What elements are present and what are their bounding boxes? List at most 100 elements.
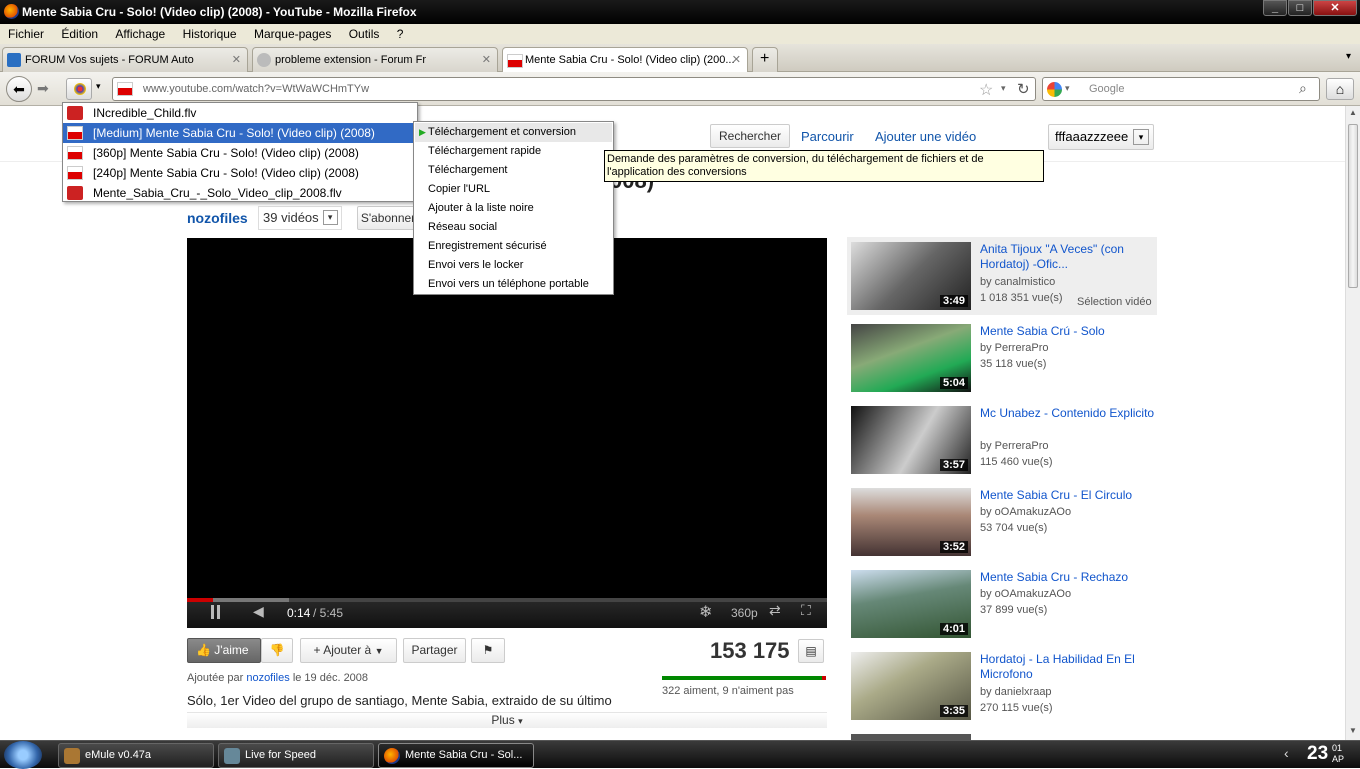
menu-item-locker[interactable]: Envoi vers le locker [415, 256, 612, 275]
show-more-button[interactable]: Plus ▾ [187, 712, 827, 728]
menu-affichage[interactable]: Affichage [107, 24, 171, 44]
download-item[interactable]: [360p] Mente Sabia Cru - Solo! (Video cl… [63, 143, 417, 163]
reload-icon[interactable]: ↻ [1017, 80, 1030, 98]
taskbar-firefox[interactable]: Mente Sabia Cru - Sol... [378, 743, 534, 768]
url-bar[interactable]: www.youtube.com/watch?v=WtWaWCHmTYw ☆ ▾ … [112, 77, 1036, 101]
video-title-link[interactable]: Mente Sabia Crú - Solo [980, 324, 1155, 339]
url-history-dropdown-icon[interactable]: ▾ [1001, 83, 1006, 94]
share-button[interactable]: Partager [403, 638, 466, 663]
added-by-user-link[interactable]: nozofiles [246, 672, 289, 684]
new-tab-button[interactable]: + [752, 47, 778, 72]
video-title-link[interactable]: Mente Sabia Cru - El Circulo [980, 488, 1155, 503]
fullscreen-icon[interactable]: ⛶ [801, 602, 811, 619]
download-helper-button[interactable] [66, 78, 92, 100]
download-helper-dropdown-icon[interactable]: ▾ [96, 81, 101, 92]
start-button[interactable] [4, 741, 42, 769]
taskbar-live-for-speed[interactable]: Live for Speed [218, 743, 374, 768]
channel-link[interactable]: nozofiles [187, 210, 248, 226]
pause-icon[interactable] [211, 605, 214, 619]
progress-bar[interactable] [187, 598, 827, 602]
menu-item-mobile[interactable]: Envoi vers un téléphone portable [415, 275, 612, 294]
video-author: by danielxraap [980, 686, 1052, 698]
popout-icon[interactable]: ⇄ [769, 602, 781, 619]
stats-button[interactable]: ▤ [798, 639, 824, 663]
scroll-up-icon[interactable]: ▲ [1349, 108, 1357, 117]
menu-outils[interactable]: Outils [341, 24, 386, 44]
page-scrollbar[interactable]: ▲ ▼ [1345, 106, 1360, 740]
video-thumbnail[interactable]: 3:49 [851, 242, 971, 310]
menu-fichier[interactable]: Fichier [0, 24, 50, 44]
taskbar-emule[interactable]: eMule v0.47a [58, 743, 214, 768]
browse-link[interactable]: Parcourir [801, 122, 854, 152]
video-player[interactable] [187, 238, 827, 628]
tab-forum-auto[interactable]: FORUM Vos sujets - FORUM Auto ✕ [2, 47, 248, 72]
close-tab-icon[interactable]: ✕ [732, 48, 741, 72]
download-item[interactable]: [240p] Mente Sabia Cru - Solo! (Video cl… [63, 163, 417, 183]
subscribe-button[interactable]: S'abonner [357, 206, 419, 230]
tray-chevron-left-icon[interactable]: ‹ [1284, 745, 1289, 761]
related-video[interactable]: 4:01 Mente Sabia Cru - Rechazo by oOAmak… [851, 570, 1161, 646]
add-to-button[interactable]: + Ajouter à ▼ [300, 638, 397, 663]
video-title-link[interactable]: Mc Unabez - Contenido Explicito [980, 406, 1155, 421]
close-window-button[interactable]: ✕ [1313, 0, 1357, 16]
upload-link[interactable]: Ajouter une vidéo [875, 122, 976, 152]
related-video[interactable]: 3:52 Mente Sabia Cru - El Circulo by oOA… [851, 488, 1161, 564]
clock-minute: 01 [1332, 743, 1343, 753]
snowflake-icon[interactable]: ❄ [699, 602, 712, 622]
youtube-search-button[interactable]: Rechercher [710, 124, 790, 148]
menu-item-blacklist[interactable]: Ajouter à la liste noire [415, 199, 612, 218]
dislike-button[interactable]: 👎 [261, 638, 293, 663]
menu-item-quick-download[interactable]: Téléchargement rapide [415, 142, 612, 161]
video-thumbnail[interactable]: 3:35 [851, 652, 971, 720]
tab-probleme-extension[interactable]: probleme extension - Forum Fr ✕ [252, 47, 498, 72]
menu-item-download-convert[interactable]: ▶ Téléchargement et conversion [415, 123, 612, 142]
video-thumbnail[interactable]: 5:04 [851, 324, 971, 392]
flag-button[interactable]: ⚑ [471, 638, 505, 663]
close-tab-icon[interactable]: ✕ [232, 48, 241, 72]
video-count-dropdown[interactable]: 39 vidéos ▾ [258, 206, 342, 230]
search-engine-dropdown-icon[interactable]: ▾ [1065, 83, 1070, 94]
download-item-selected[interactable]: [Medium] Mente Sabia Cru - Solo! (Video … [63, 123, 417, 143]
search-magnifier-icon[interactable]: ⌕ [1299, 80, 1307, 97]
minimize-button[interactable]: _ [1263, 0, 1287, 16]
video-title-link[interactable]: Anita Tijoux "A Veces" (con Hordatoj) -O… [980, 242, 1155, 272]
download-item[interactable]: INcredible_Child.flv [63, 103, 417, 123]
search-box[interactable]: ▾ Google ⌕ [1042, 77, 1320, 101]
play-arrow-icon: ▶ [419, 127, 426, 137]
menu-help[interactable]: ? [389, 24, 410, 44]
like-button[interactable]: 👍 J'aime [187, 638, 261, 663]
forum-fr-favicon-icon [257, 53, 271, 67]
forward-button[interactable]: ➡ [37, 80, 49, 97]
download-item[interactable]: Mente_Sabia_Cru_-_Solo_Video_clip_2008.f… [63, 183, 417, 203]
menu-item-secure-save[interactable]: Enregistrement sécurisé [415, 237, 612, 256]
volume-icon[interactable]: ◀ [253, 603, 264, 620]
download-item-label: Mente_Sabia_Cru_-_Solo_Video_clip_2008.f… [93, 186, 342, 200]
menu-marque-pages[interactable]: Marque-pages [246, 24, 337, 44]
menu-item-social[interactable]: Réseau social [415, 218, 612, 237]
close-tab-icon[interactable]: ✕ [482, 48, 491, 72]
emule-icon [64, 748, 80, 764]
video-title-link[interactable]: Hordatoj - La Habilidad En El Microfono [980, 652, 1155, 682]
video-title-link[interactable]: Mente Sabia Cru - Rechazo [980, 570, 1155, 585]
menu-historique[interactable]: Historique [175, 24, 243, 44]
related-video[interactable]: 3:49 Anita Tijoux "A Veces" (con Hordato… [851, 242, 1161, 318]
user-menu-button[interactable]: fffaaazzzeee ▾ [1048, 124, 1154, 150]
related-video[interactable]: 5:04 Mente Sabia Crú - Solo by PerreraPr… [851, 324, 1161, 400]
back-button[interactable]: ⬅ [6, 76, 32, 102]
menu-item-download[interactable]: Téléchargement [415, 161, 612, 180]
menu-item-copy-url[interactable]: Copier l'URL [415, 180, 612, 199]
scroll-thumb[interactable] [1348, 124, 1358, 288]
related-video[interactable]: 3:35 Hordatoj - La Habilidad En El Micro… [851, 652, 1161, 728]
video-thumbnail[interactable]: 3:52 [851, 488, 971, 556]
menu-edition[interactable]: Édition [53, 24, 104, 44]
maximize-button[interactable]: □ [1288, 0, 1312, 16]
video-thumbnail[interactable]: 3:57 [851, 406, 971, 474]
quality-button[interactable]: 360p [731, 606, 758, 620]
scroll-down-icon[interactable]: ▼ [1349, 726, 1357, 735]
related-video[interactable]: 3:57 Mc Unabez - Contenido Explicito by … [851, 406, 1161, 482]
tab-list-chevron-icon[interactable]: ▾ [1346, 51, 1351, 62]
video-thumbnail[interactable]: 4:01 [851, 570, 971, 638]
tab-youtube-active[interactable]: Mente Sabia Cru - Solo! (Video clip) (20… [502, 47, 748, 73]
home-button[interactable]: ⌂ [1326, 78, 1354, 100]
bookmark-star-icon[interactable]: ☆ [979, 80, 993, 100]
